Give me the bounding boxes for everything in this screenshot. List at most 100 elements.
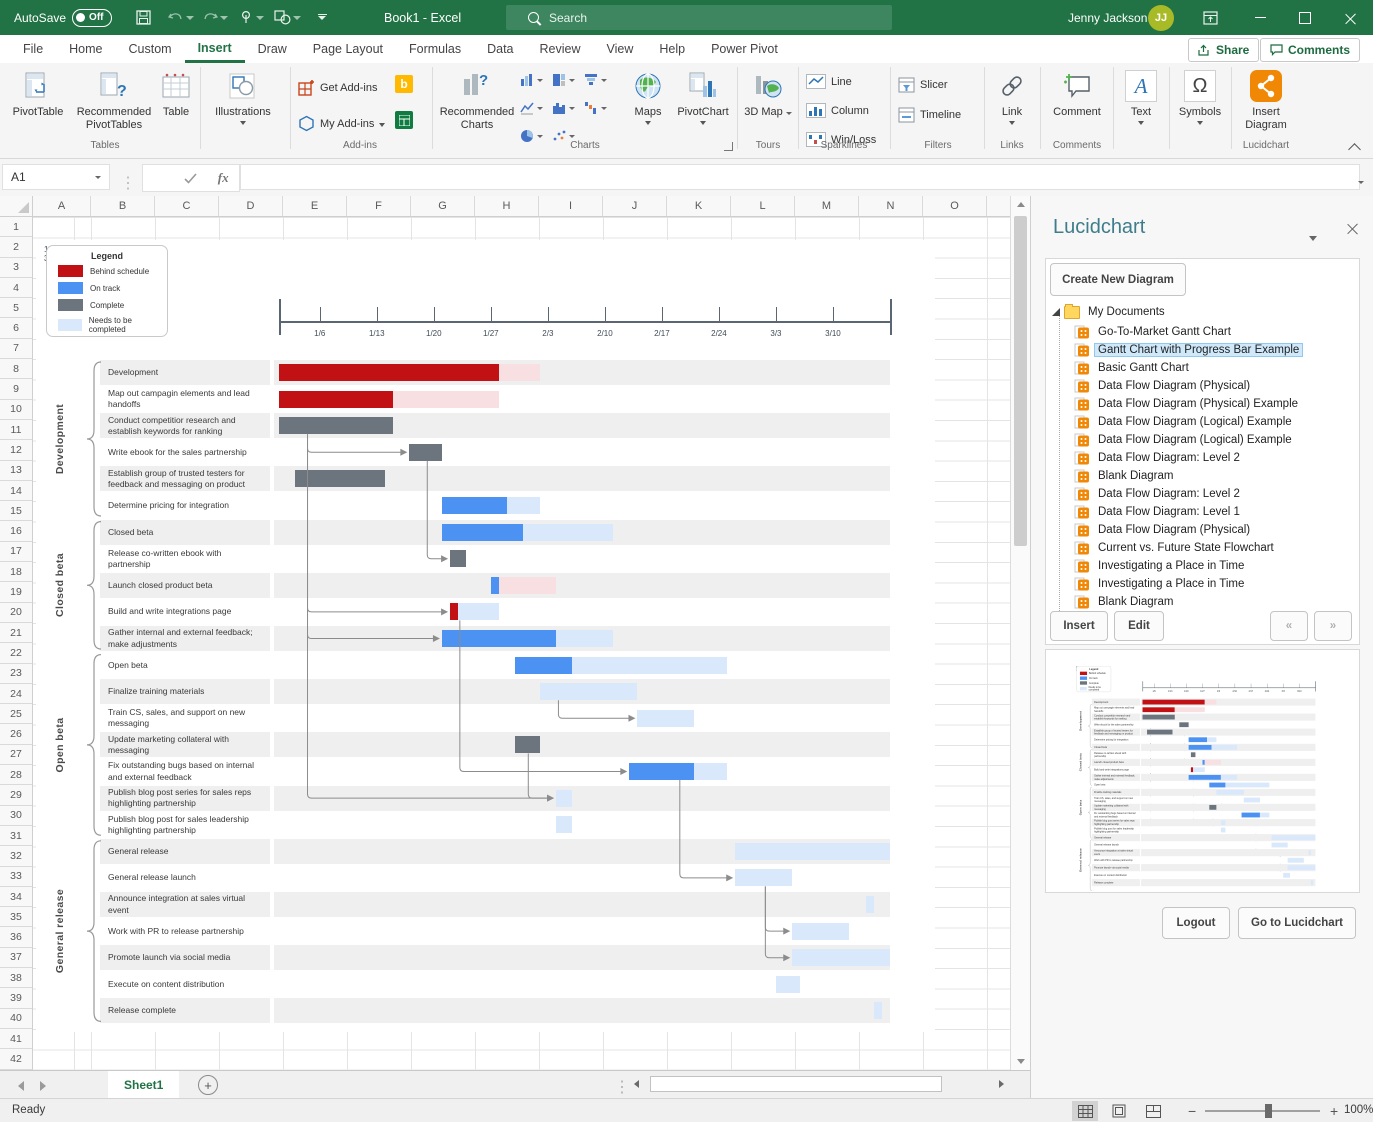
row-header-12[interactable]: 12 [0,440,32,460]
column-header-L[interactable]: L [731,196,795,216]
row-header-22[interactable]: 22 [0,643,32,663]
tab-custom[interactable]: Custom [116,35,185,63]
gantt-chart[interactable]: LegendBehind scheduleOn trackCompleteNee… [44,245,890,1025]
row-header-20[interactable]: 20 [0,603,32,623]
row-header-31[interactable]: 31 [0,826,32,846]
save-button[interactable] [133,7,153,27]
panel-menu-icon[interactable] [1309,228,1317,246]
minimize-button[interactable] [1238,0,1282,35]
zoom-level[interactable]: 100% [1344,1104,1373,1116]
comments-button[interactable]: Comments [1260,38,1360,62]
sparkline-line-button[interactable]: Line [806,74,852,89]
document-item[interactable]: Data Flow Diagram (Logical) Example [1074,413,1296,431]
column-header-M[interactable]: M [795,196,859,216]
document-item[interactable]: Investigating a Place in Time [1074,557,1248,575]
column-header-A[interactable]: A [33,196,91,216]
table-button[interactable]: Table [158,68,194,119]
touch-mode-button[interactable] [236,7,256,27]
text-button[interactable]: A Text [1118,68,1164,125]
column-header-D[interactable]: D [219,196,283,216]
column-header-C[interactable]: C [155,196,219,216]
bar-chart-icon[interactable] [584,73,607,87]
tab-review[interactable]: Review [527,35,594,63]
page-break-view-button[interactable] [1140,1101,1166,1121]
maximize-button[interactable] [1283,0,1327,35]
row-header-33[interactable]: 33 [0,867,32,887]
row-header-41[interactable]: 41 [0,1029,32,1049]
row-header-1[interactable]: 1 [0,217,32,237]
maps-button[interactable]: Maps [628,68,668,125]
document-item[interactable]: Investigating a Place in Time [1074,575,1248,593]
gantt-preview-clone[interactable]: LegendBehind scheduleOn trackCompleteNee… [1076,666,1315,893]
normal-view-button[interactable] [1072,1101,1098,1121]
column-header-G[interactable]: G [411,196,475,216]
horizontal-scrollbar[interactable] [628,1076,1010,1093]
document-item[interactable]: Blank Diagram [1074,467,1177,485]
bing-addin-button[interactable]: b [395,75,413,93]
tab-file[interactable]: File [10,35,56,63]
document-item[interactable]: Go-To-Market Gantt Chart [1074,323,1235,341]
search-input[interactable]: Search [506,5,892,30]
vertical-scroll-thumb[interactable] [1014,216,1027,546]
row-header-8[interactable]: 8 [0,359,32,379]
share-button[interactable]: Share [1188,38,1259,62]
avatar[interactable]: JJ [1148,0,1174,35]
column-header-E[interactable]: E [283,196,347,216]
link-button[interactable]: Link [990,68,1034,125]
logout-button[interactable]: Logout [1162,907,1230,939]
prev-sheet-icon[interactable] [18,1081,24,1091]
tab-draw[interactable]: Draw [245,35,300,63]
tab-formulas[interactable]: Formulas [396,35,474,63]
row-header-15[interactable]: 15 [0,501,32,521]
user-name[interactable]: Jenny Jackson [1068,0,1147,35]
line-chart-icon[interactable] [520,101,543,115]
formula-input[interactable] [240,164,1360,190]
tab-data[interactable]: Data [474,35,526,63]
insert-diagram-button[interactable]: Insert Diagram [1236,68,1296,131]
row-header-10[interactable]: 10 [0,400,32,420]
row-header-27[interactable]: 27 [0,745,32,765]
row-header-32[interactable]: 32 [0,846,32,866]
tab-home[interactable]: Home [56,35,115,63]
row-header-24[interactable]: 24 [0,684,32,704]
edit-button[interactable]: Edit [1114,611,1164,641]
document-item[interactable]: Data Flow Diagram: Level 1 [1074,503,1244,521]
timeline-button[interactable]: Timeline [898,107,961,123]
next-sheet-icon[interactable] [40,1081,46,1091]
row-header-40[interactable]: 40 [0,1009,32,1029]
row-header-25[interactable]: 25 [0,704,32,724]
shapes-button[interactable] [272,7,292,27]
formula-controls[interactable]: fx [142,164,240,192]
row-header-30[interactable]: 30 [0,806,32,826]
charts-dialog-launcher[interactable] [724,142,733,151]
document-item[interactable]: Data Flow Diagram (Logical) Example [1074,431,1296,449]
prev-page-button[interactable]: « [1270,611,1308,641]
my-addins-button[interactable]: My Add-ins [298,115,385,132]
tab-power-pivot[interactable]: Power Pivot [698,35,791,63]
redo-button[interactable] [200,7,220,27]
column-chart-icon[interactable] [520,73,543,87]
customize-qat-button[interactable] [312,7,332,27]
sparkline-column-button[interactable]: Column [806,103,869,118]
zoom-in-button[interactable]: + [1330,1103,1338,1119]
column-header-O[interactable]: O [923,196,987,216]
row-header-2[interactable]: 2 [0,237,32,257]
illustrations-button[interactable]: Illustrations [206,68,280,125]
histogram-chart-icon[interactable] [552,101,575,115]
name-box[interactable]: A1 [2,164,110,190]
row-header-11[interactable]: 11 [0,420,32,440]
insert-button[interactable]: Insert [1050,611,1108,641]
column-header-N[interactable]: N [859,196,923,216]
3d-map-button[interactable]: 3D Map [742,68,794,119]
document-item[interactable]: Gantt Chart with Progress Bar Example [1074,341,1303,359]
collapse-ribbon-button[interactable] [1350,141,1359,159]
document-item[interactable]: Data Flow Diagram (Physical) [1074,377,1254,395]
column-header-K[interactable]: K [667,196,731,216]
recommended-charts-button[interactable]: ? Recommended Charts [440,68,514,131]
close-button[interactable] [1329,0,1373,35]
row-header-35[interactable]: 35 [0,907,32,927]
row-header-23[interactable]: 23 [0,664,32,684]
zoom-slider-thumb[interactable] [1265,1104,1272,1118]
row-header-28[interactable]: 28 [0,765,32,785]
row-header-19[interactable]: 19 [0,582,32,602]
